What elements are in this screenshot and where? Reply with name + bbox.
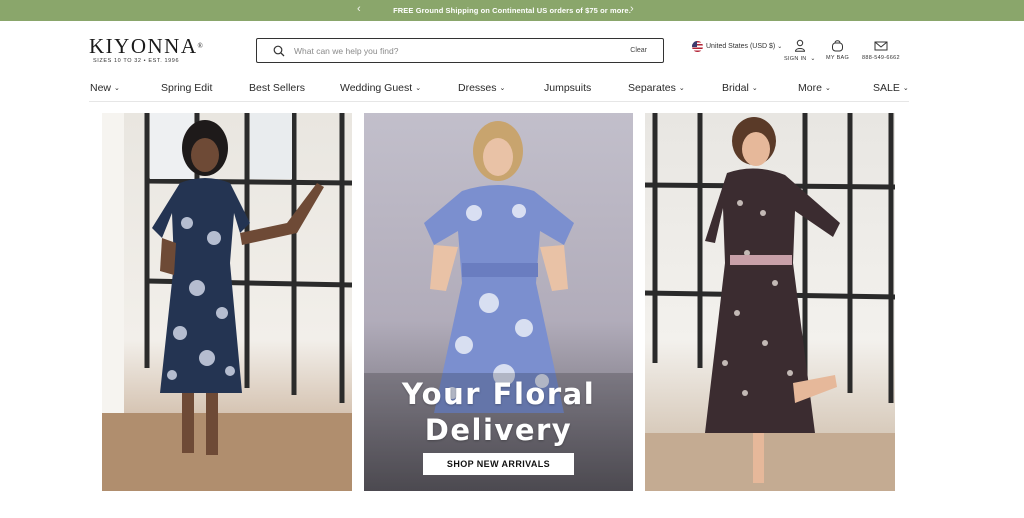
chevron-right-icon[interactable]: ›: [630, 3, 634, 15]
main-nav: New ⌄ Spring Edit Best Sellers Wedding Gu…: [0, 74, 1024, 102]
nav-item-new[interactable]: New ⌄: [90, 82, 120, 94]
chevron-down-icon: ⌄: [751, 85, 758, 92]
nav-item-best-sellers[interactable]: Best Sellers: [249, 82, 305, 94]
sign-in-button[interactable]: SIGN IN ⌄: [784, 38, 816, 62]
brand-reg-mark: ®: [197, 42, 205, 50]
hero-headline-line-2: Delivery: [424, 413, 573, 447]
hero-headline: Your Floral Delivery: [364, 376, 633, 448]
chevron-down-icon: ⌄: [415, 85, 422, 92]
sign-in-label: SIGN IN: [784, 56, 807, 62]
shop-new-arrivals-button[interactable]: SHOP NEW ARRIVALS: [423, 453, 574, 475]
search-bar: Clear: [256, 38, 664, 63]
chevron-down-icon: ⌄: [810, 56, 816, 62]
chevron-down-icon: ⌄: [902, 85, 909, 92]
chevron-down-icon: ⌄: [499, 85, 506, 92]
hero-headline-line-1: Your Floral: [401, 377, 596, 411]
chevron-down-icon: ⌄: [678, 85, 685, 92]
nav-item-separates[interactable]: Separates ⌄: [628, 82, 685, 94]
nav-item-jumpsuits[interactable]: Jumpsuits: [544, 82, 591, 94]
chevron-left-icon[interactable]: ‹: [357, 3, 361, 15]
search-icon[interactable]: [267, 39, 291, 62]
brand-name: KIYONNA: [89, 34, 198, 58]
hero-image-print-maxi-dress[interactable]: [645, 113, 895, 491]
nav-item-spring-edit[interactable]: Spring Edit: [161, 82, 212, 94]
brand-logo[interactable]: KIYONNA® SIZES 10 TO 32 • EST. 1996: [89, 36, 209, 68]
chevron-down-icon: ⌄: [824, 85, 831, 92]
brand-tagline: SIZES 10 TO 32 • EST. 1996: [93, 58, 180, 64]
search-input[interactable]: [291, 45, 631, 56]
user-icon: [794, 38, 806, 53]
promo-text: FREE Ground Shipping on Continental US o…: [393, 6, 631, 15]
chevron-down-icon: ⌄: [114, 85, 120, 92]
mail-icon: [874, 38, 888, 53]
hero-image-navy-floral-dress[interactable]: [102, 113, 352, 491]
nav-item-sale[interactable]: SALE ⌄: [873, 82, 909, 94]
country-label: United States (USD $): [706, 43, 776, 50]
nav-item-dresses[interactable]: Dresses ⌄: [458, 82, 505, 94]
bag-button[interactable]: MY BAG: [826, 38, 849, 61]
chevron-down-icon: ⌄: [777, 44, 783, 50]
bag-label: MY BAG: [826, 55, 850, 61]
phone-link[interactable]: 888-549-6662: [862, 38, 900, 61]
nav-item-more[interactable]: More ⌄: [798, 82, 831, 94]
promo-bar: ‹ FREE Ground Shipping on Continental US…: [0, 0, 1024, 21]
nav-item-bridal[interactable]: Bridal ⌄: [722, 82, 758, 94]
nav-item-wedding-guest[interactable]: Wedding Guest ⌄: [340, 82, 421, 94]
nav-divider: [89, 101, 909, 102]
clear-button[interactable]: Clear: [630, 47, 647, 54]
country-selector[interactable]: United States (USD $) ⌄: [692, 41, 782, 52]
us-flag-icon: [692, 41, 703, 52]
bag-icon: [831, 38, 844, 53]
phone-label: 888-549-6662: [862, 55, 900, 61]
